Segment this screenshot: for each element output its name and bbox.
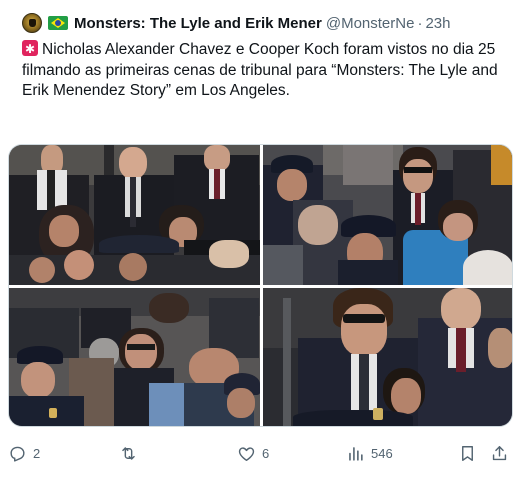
bookmark-icon: [462, 445, 473, 461]
share-icon: [492, 445, 507, 460]
reply-icon: [10, 446, 25, 462]
photo-1[interactable]: [9, 145, 260, 285]
views-count: 546: [371, 445, 393, 461]
author-name[interactable]: Monsters: The Lyle and Erik Mener: [74, 15, 322, 32]
views-button[interactable]: 546: [346, 440, 393, 466]
author-handle[interactable]: @MonsterNe: [326, 15, 415, 32]
share-button[interactable]: [490, 440, 509, 466]
like-count: 6: [262, 445, 270, 461]
like-icon: [238, 446, 255, 461]
media-grid: [8, 144, 513, 427]
separator-dot: ·: [417, 14, 423, 32]
retweet-button[interactable]: [119, 440, 144, 466]
photo-2[interactable]: [263, 145, 512, 285]
reply-count: 2: [33, 445, 41, 461]
timestamp[interactable]: 23h: [425, 15, 450, 32]
bookmark-button[interactable]: [458, 440, 477, 466]
photo-3[interactable]: [9, 288, 260, 426]
photo-4[interactable]: [263, 288, 512, 426]
siren-icon: [22, 39, 38, 60]
tweet-card[interactable]: Monsters: The Lyle and Erik Mener @Monst…: [0, 0, 529, 480]
tweet-body: Nicholas Alexander Chavez e Cooper Koch …: [22, 41, 498, 99]
action-bar: 2 6 546: [0, 440, 529, 468]
reply-button[interactable]: 2: [8, 440, 40, 466]
brazil-flag-icon: [48, 16, 68, 30]
profile-avatar[interactable]: [22, 13, 42, 33]
views-icon: [349, 446, 363, 461]
tweet-text: Nicholas Alexander Chavez e Cooper Koch …: [22, 39, 518, 102]
retweet-icon: [122, 446, 135, 460]
tweet-header: Monsters: The Lyle and Erik Mener @Monst…: [22, 12, 522, 34]
like-button[interactable]: 6: [237, 440, 269, 466]
